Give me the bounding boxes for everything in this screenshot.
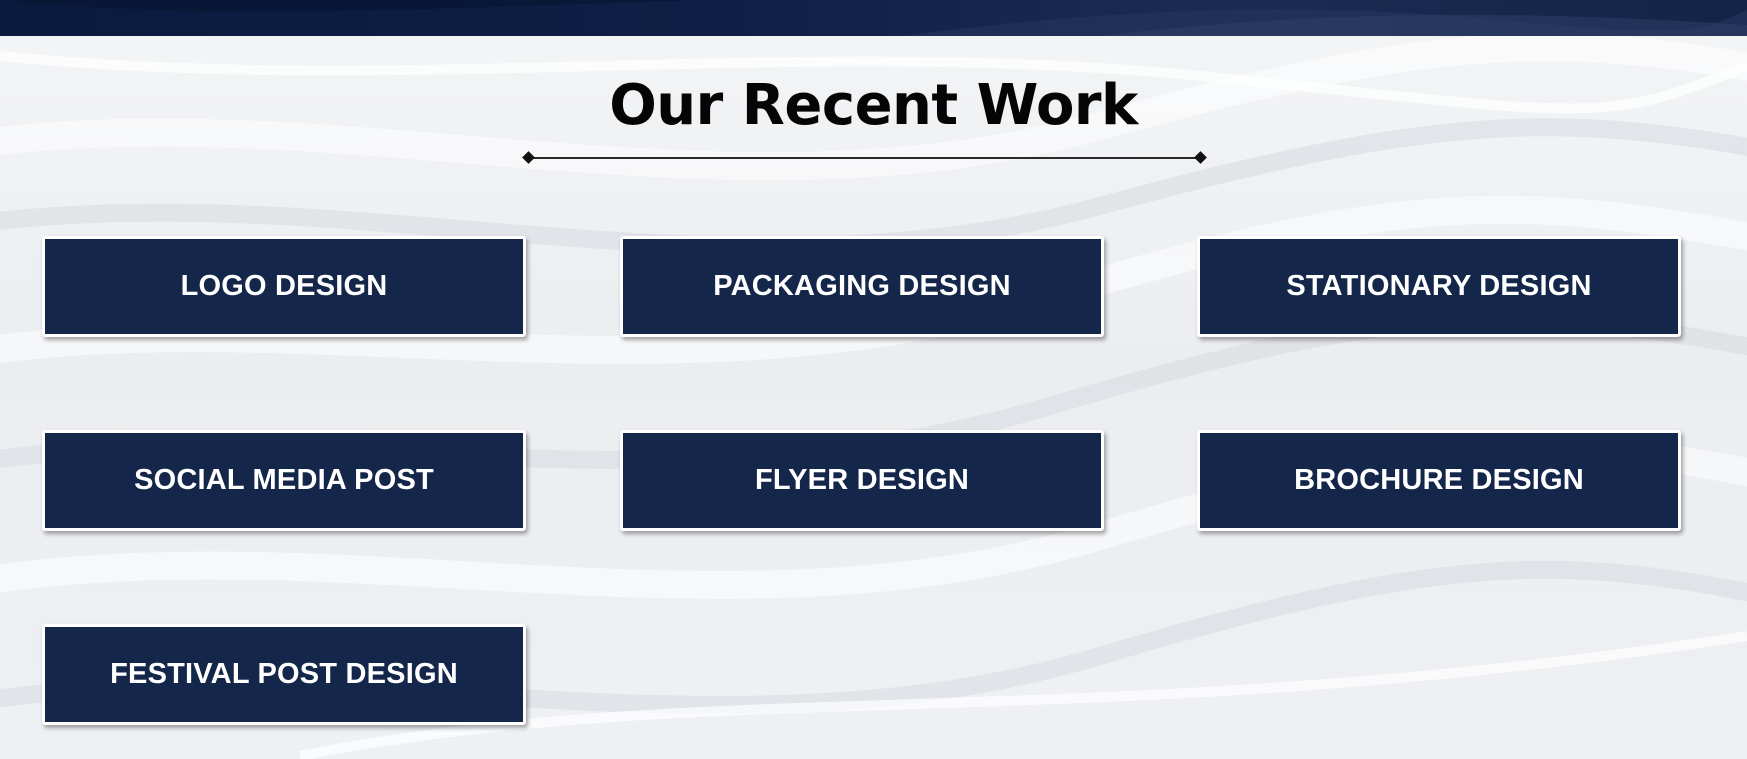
header-wave-decoration xyxy=(0,0,1747,36)
social-media-post-button-label: SOCIAL MEDIA POST xyxy=(134,464,434,496)
top-header-band xyxy=(0,0,1747,36)
stationary-design-button-label: STATIONARY DESIGN xyxy=(1286,270,1592,302)
brochure-design-button-label: BROCHURE DESIGN xyxy=(1294,464,1584,496)
divider-diamond-left-icon xyxy=(522,151,535,164)
section-title: Our Recent Work xyxy=(609,73,1138,138)
flyer-design-button[interactable]: FLYER DESIGN xyxy=(620,430,1104,531)
divider-line xyxy=(529,157,1200,159)
festival-post-design-button-label: FESTIVAL POST DESIGN xyxy=(110,658,458,690)
title-divider xyxy=(522,150,1207,166)
stationary-design-button[interactable]: STATIONARY DESIGN xyxy=(1197,236,1681,337)
social-media-post-button[interactable]: SOCIAL MEDIA POST xyxy=(42,430,526,531)
brochure-design-button[interactable]: BROCHURE DESIGN xyxy=(1197,430,1681,531)
logo-design-button[interactable]: LOGO DESIGN xyxy=(42,236,526,337)
divider-diamond-right-icon xyxy=(1194,151,1207,164)
packaging-design-button[interactable]: PACKAGING DESIGN xyxy=(620,236,1104,337)
festival-post-design-button[interactable]: FESTIVAL POST DESIGN xyxy=(42,624,526,725)
flyer-design-button-label: FLYER DESIGN xyxy=(754,464,970,496)
packaging-design-button-label: PACKAGING DESIGN xyxy=(713,270,1011,302)
logo-design-button-label: LOGO DESIGN xyxy=(180,270,388,302)
